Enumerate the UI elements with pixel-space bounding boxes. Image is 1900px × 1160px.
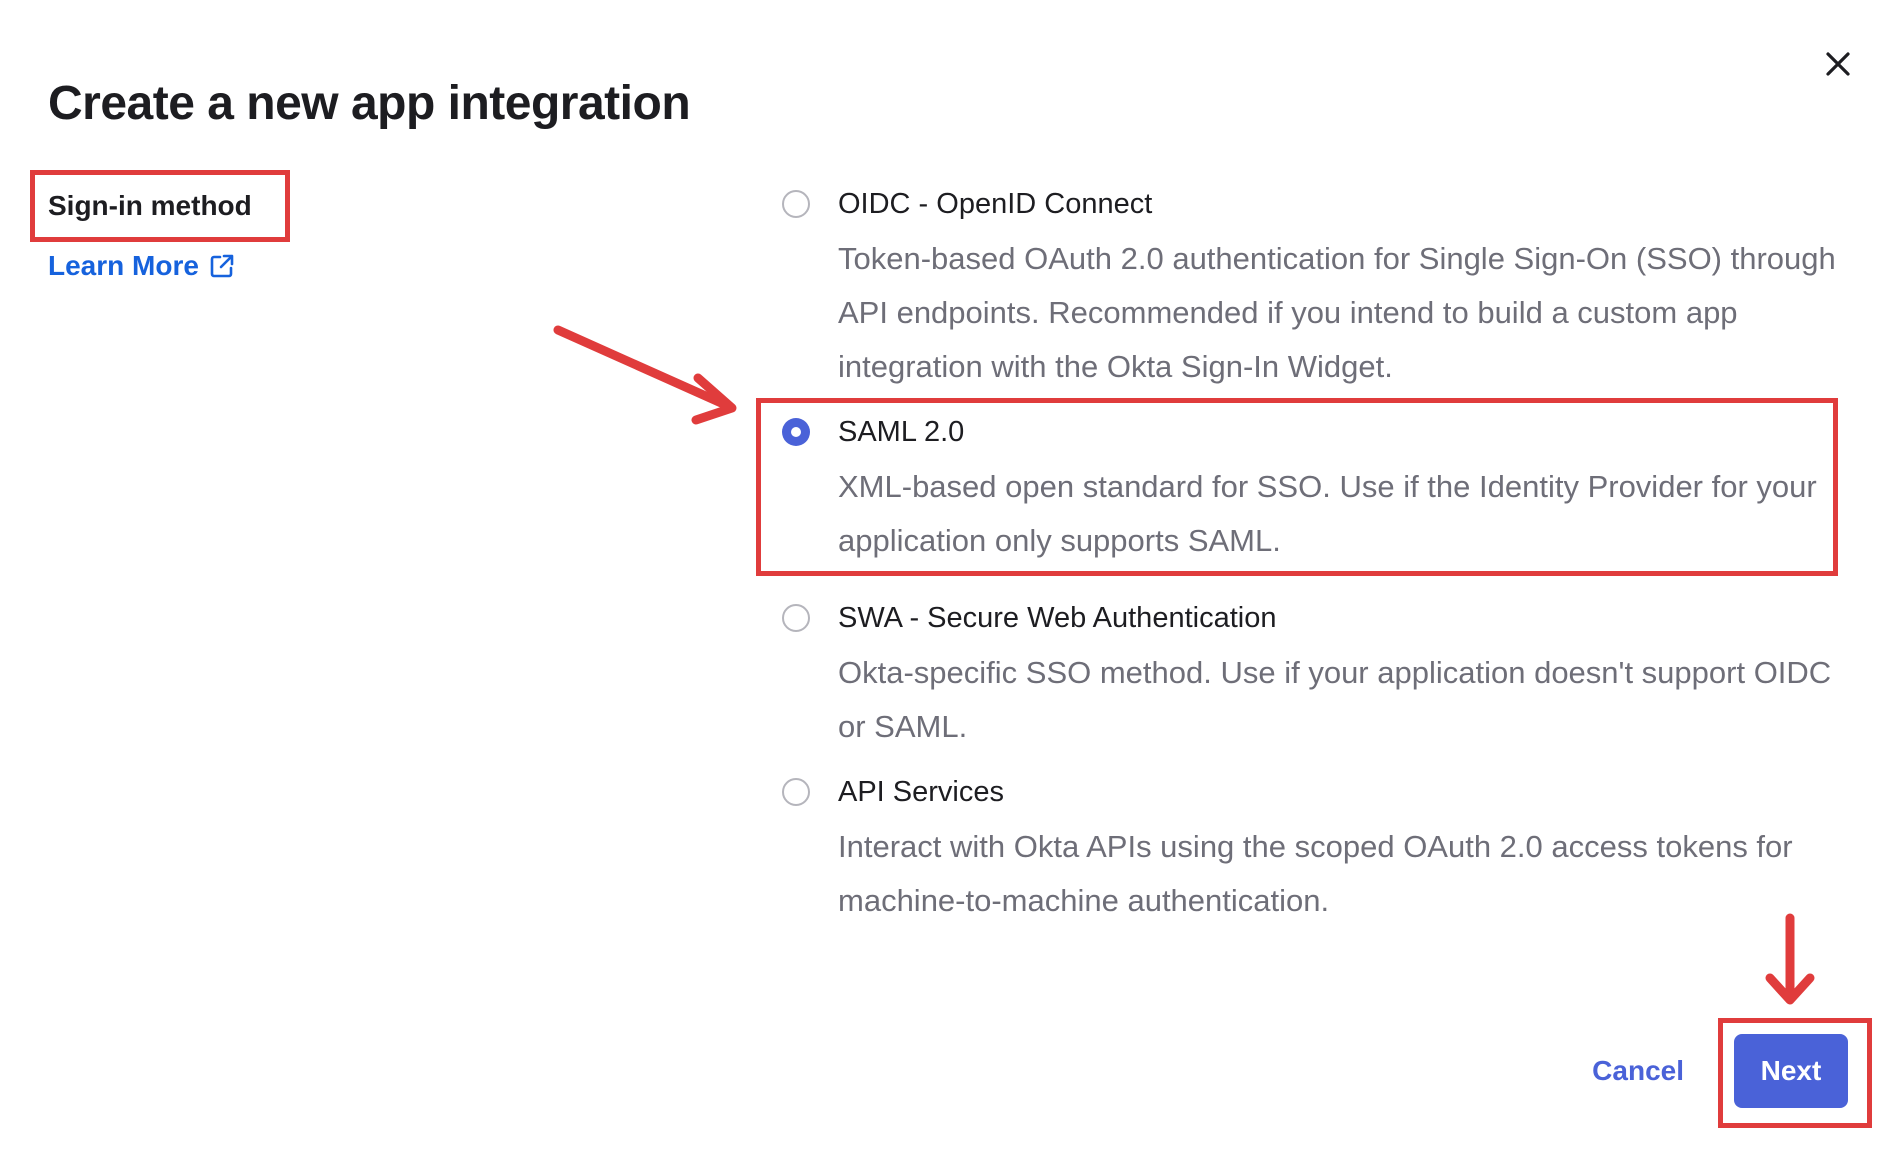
create-app-integration-dialog: Create a new app integration Sign-in met…: [0, 0, 1900, 1160]
option-label: SAML 2.0: [838, 416, 965, 448]
annotation-arrow-saml: [553, 325, 737, 425]
dialog-title: Create a new app integration: [48, 77, 691, 130]
option-oidc[interactable]: OIDC - OpenID Connect Token-based OAuth …: [780, 180, 1860, 394]
option-description: Token-based OAuth 2.0 authentication for…: [838, 241, 1836, 384]
learn-more-label: Learn More: [48, 250, 199, 281]
option-label: SWA - Secure Web Authentication: [838, 602, 1277, 634]
sign-in-method-options: OIDC - OpenID Connect Token-based OAuth …: [780, 180, 1860, 928]
learn-more-link[interactable]: Learn More: [48, 250, 235, 282]
option-saml[interactable]: SAML 2.0 XML-based open standard for SSO…: [780, 408, 1860, 568]
option-description: Okta-specific SSO method. Use if your ap…: [838, 655, 1832, 744]
radio-api-services[interactable]: [782, 778, 810, 806]
close-button[interactable]: [1816, 42, 1860, 86]
option-label: OIDC - OpenID Connect: [838, 188, 1153, 220]
radio-oidc[interactable]: [782, 190, 810, 218]
close-icon: [1826, 52, 1850, 76]
option-label: API Services: [838, 776, 1004, 808]
next-button[interactable]: Next: [1734, 1034, 1848, 1108]
option-description: Interact with Okta APIs using the scoped…: [838, 829, 1793, 918]
radio-swa[interactable]: [782, 604, 810, 632]
option-description: XML-based open standard for SSO. Use if …: [838, 469, 1817, 558]
section-heading: Sign-in method: [48, 190, 252, 221]
option-api-services[interactable]: API Services Interact with Okta APIs usi…: [780, 768, 1860, 928]
option-swa[interactable]: SWA - Secure Web Authentication Okta-spe…: [780, 594, 1860, 754]
external-link-icon: [210, 254, 234, 278]
radio-saml-selected[interactable]: [782, 418, 810, 446]
left-column: Sign-in method Learn More: [48, 182, 252, 282]
dialog-footer: Cancel Next: [1592, 1034, 1848, 1108]
cancel-button[interactable]: Cancel: [1592, 1055, 1684, 1087]
